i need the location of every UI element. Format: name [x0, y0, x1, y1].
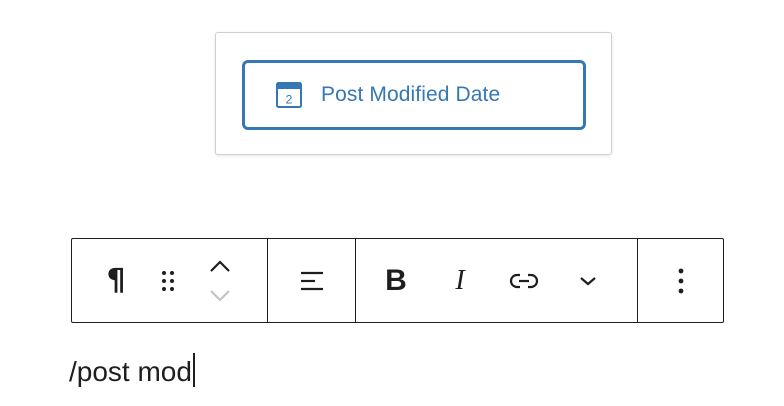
calendar-icon-number: 2 [286, 93, 293, 107]
options-group [637, 239, 723, 322]
text-caret [192, 353, 195, 387]
chevron-down-icon [210, 289, 230, 302]
calendar-icon: 2 [273, 79, 305, 111]
block-controls-group: ¶ [72, 239, 267, 322]
link-icon[interactable] [502, 259, 546, 303]
bold-button[interactable]: B [374, 259, 418, 303]
suggestion-post-modified-date[interactable]: 2 Post Modified Date [242, 60, 586, 130]
move-down-button[interactable] [202, 281, 238, 311]
more-formatting-button[interactable] [566, 259, 610, 303]
autocomplete-popover: 2 Post Modified Date [215, 32, 612, 155]
paragraph-text: /post mod [69, 356, 192, 387]
move-up-button[interactable] [202, 251, 238, 281]
block-mover [202, 251, 238, 311]
chevron-up-icon [210, 259, 230, 272]
italic-button[interactable]: I [438, 259, 482, 303]
more-vertical-icon[interactable] [659, 259, 703, 303]
alignment-group [267, 239, 355, 322]
block-toolbar: ¶ B I [71, 238, 724, 323]
paragraph-block[interactable]: /post mod [69, 352, 195, 392]
drag-handle-icon[interactable] [146, 259, 190, 303]
chevron-down-icon [580, 276, 596, 285]
formatting-group: B I [355, 239, 637, 322]
align-left-icon[interactable] [290, 259, 334, 303]
editor-canvas: 2 Post Modified Date ¶ B I /post mod [0, 0, 784, 406]
paragraph-icon[interactable]: ¶ [94, 259, 138, 303]
suggestion-label: Post Modified Date [321, 83, 501, 106]
